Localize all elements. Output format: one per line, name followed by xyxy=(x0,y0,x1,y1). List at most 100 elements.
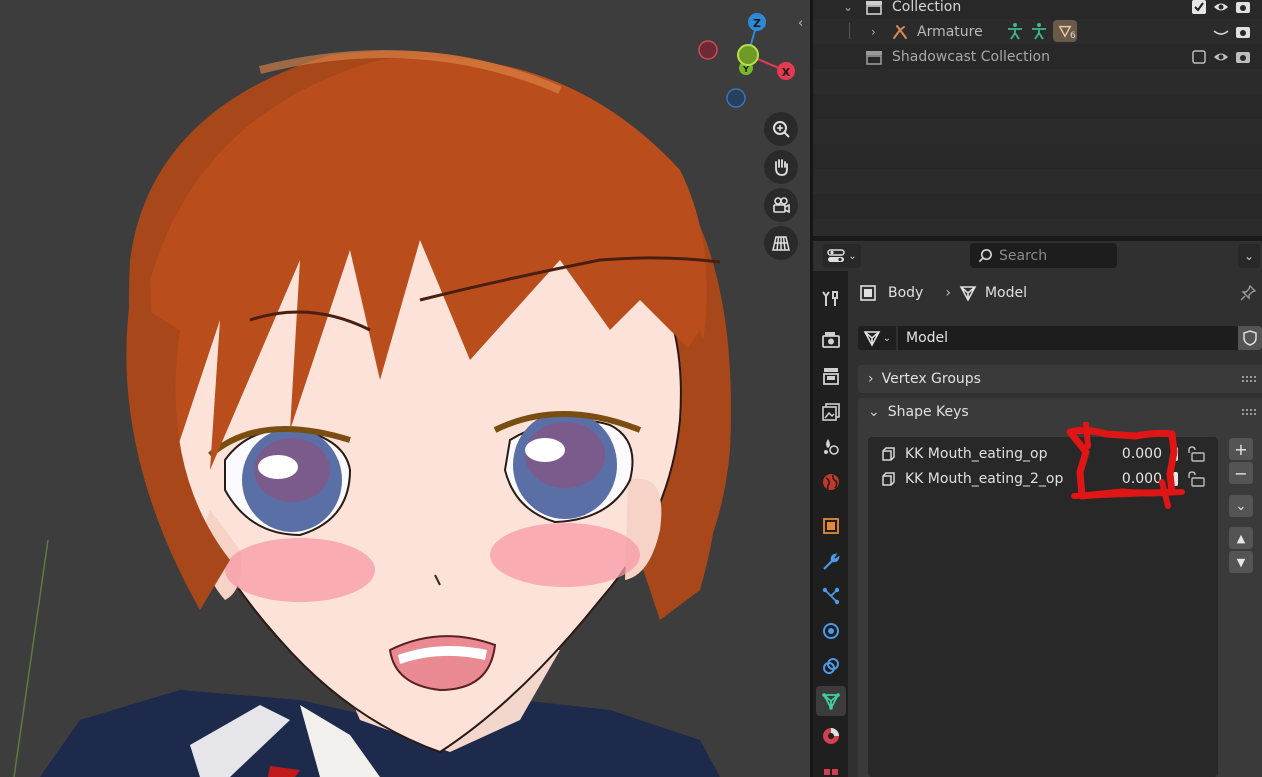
add-shape-key-button[interactable]: + xyxy=(1229,438,1253,460)
tab-constraints[interactable] xyxy=(816,651,846,681)
chevron-down-icon: ⌄ xyxy=(848,250,857,262)
unlock-icon[interactable] xyxy=(1186,471,1208,487)
shape-key-icon xyxy=(882,472,895,486)
camera-icon[interactable] xyxy=(1235,24,1251,40)
tab-modifiers[interactable] xyxy=(816,547,846,577)
move-up-button[interactable]: ▲ xyxy=(1229,527,1253,549)
chevron-down-icon: ⌄ xyxy=(1243,249,1255,263)
pin-icon[interactable] xyxy=(1240,285,1256,301)
list-item[interactable]: KK Mouth_eating_op 0.000 xyxy=(876,442,1216,466)
pose-icon[interactable] xyxy=(1030,22,1048,40)
checkbox-icon[interactable] xyxy=(1191,49,1207,65)
texture-icon xyxy=(824,769,838,775)
navigation-gizmo[interactable]: Z X Y xyxy=(690,10,802,115)
chevron-right-icon: › xyxy=(868,371,874,387)
mute-checkbox[interactable] xyxy=(1172,472,1178,486)
hand-pan-icon[interactable] xyxy=(764,150,798,184)
tab-scene[interactable] xyxy=(816,431,846,461)
panel-vertex-groups[interactable]: › Vertex Groups xyxy=(858,365,1262,393)
outliner-label: Shadowcast Collection xyxy=(892,48,1050,65)
wrench-icon xyxy=(823,553,840,570)
mute-checkbox[interactable] xyxy=(1172,447,1178,461)
collection-icon xyxy=(866,50,882,65)
checkbox-icon[interactable] xyxy=(1191,0,1207,15)
3d-viewport[interactable]: Z X Y ‹ xyxy=(0,0,810,777)
outliner-row-collection[interactable]: ⌄ Collection xyxy=(813,0,1262,19)
chevron-right-icon[interactable]: › xyxy=(871,25,876,39)
zoom-icon[interactable] xyxy=(764,112,798,146)
list-item[interactable]: KK Mouth_eating_2_op 0.000 xyxy=(876,467,1216,491)
camera-icon[interactable] xyxy=(1235,0,1251,15)
browse-mesh-button[interactable]: ⌄ xyxy=(858,326,896,350)
tab-particles[interactable] xyxy=(816,581,846,611)
object-icon xyxy=(823,518,839,534)
properties-tab-bar xyxy=(813,271,848,777)
shape-key-list[interactable]: KK Mouth_eating_op 0.000 KK Mouth_eating… xyxy=(868,437,1218,777)
chevron-down-icon[interactable]: ⌄ xyxy=(843,0,853,14)
mesh-name-field[interactable]: Model xyxy=(898,326,1238,350)
shape-key-value[interactable]: 0.000 xyxy=(1106,471,1162,487)
eye-closed-icon[interactable] xyxy=(1213,24,1229,40)
view-layer-icon xyxy=(822,403,840,421)
chevron-right-icon: › xyxy=(945,285,951,301)
tab-render[interactable] xyxy=(816,325,846,355)
material-icon xyxy=(823,728,839,744)
tab-tool[interactable] xyxy=(816,283,846,313)
move-down-button[interactable]: ▼ xyxy=(1229,551,1253,573)
remove-shape-key-button[interactable]: − xyxy=(1229,462,1253,484)
camera-icon[interactable] xyxy=(1235,49,1251,65)
particles-icon xyxy=(822,587,840,605)
outliner-label: Collection xyxy=(892,0,962,15)
chevron-down-icon: ⌄ xyxy=(868,404,880,420)
shape-key-value[interactable]: 0.000 xyxy=(1106,446,1162,462)
camera-view-icon[interactable] xyxy=(764,188,798,222)
search-field[interactable] xyxy=(970,243,1117,268)
options-dropdown[interactable]: ⌄ xyxy=(1238,244,1260,268)
fake-user-shield-icon[interactable] xyxy=(1238,326,1262,350)
outliner[interactable]: ⌄ Collection › Armature 6 Shadowcast Col… xyxy=(813,0,1262,236)
tab-world[interactable] xyxy=(816,467,846,497)
search-input[interactable] xyxy=(999,247,1109,264)
mesh-data-icon xyxy=(863,331,881,347)
tab-texture[interactable] xyxy=(816,761,846,777)
outliner-row-armature[interactable]: › Armature 6 xyxy=(813,19,1262,44)
outliner-row-shadowcast-collection[interactable]: Shadowcast Collection xyxy=(813,44,1262,69)
render-icon xyxy=(822,332,840,348)
chevron-left-icon[interactable]: ‹ xyxy=(798,16,803,31)
shape-key-specials-button[interactable]: ⌄ xyxy=(1229,495,1253,517)
editor-type-dropdown[interactable]: ⌄ xyxy=(823,244,861,268)
eye-icon[interactable] xyxy=(1213,0,1229,15)
collection-icon xyxy=(866,0,882,15)
search-icon xyxy=(978,249,992,263)
mesh-data-icon xyxy=(959,286,977,302)
shape-key-name[interactable]: KK Mouth_eating_op xyxy=(905,446,1047,462)
child-count: 6 xyxy=(1070,31,1076,41)
panel-title: Vertex Groups xyxy=(881,371,981,387)
tab-view-layer[interactable] xyxy=(816,397,846,427)
panel-shape-keys[interactable]: ⌄ Shape Keys xyxy=(858,398,1262,426)
tab-physics[interactable] xyxy=(816,616,846,646)
breadcrumb: Body › Model xyxy=(860,279,1027,307)
panel-title: Shape Keys xyxy=(887,404,969,420)
eye-icon[interactable] xyxy=(1213,49,1229,65)
armature-icon xyxy=(893,24,907,39)
shape-key-name[interactable]: KK Mouth_eating_2_op xyxy=(905,471,1063,487)
output-icon xyxy=(823,368,839,385)
breadcrumb-data[interactable]: Model xyxy=(985,285,1027,301)
gizmo-y-label: Y xyxy=(742,65,749,74)
shape-key-icon xyxy=(882,447,895,461)
properties-header: ⌄ ⌄ xyxy=(813,241,1262,271)
breadcrumb-object[interactable]: Body xyxy=(888,285,923,301)
ortho-grid-icon[interactable] xyxy=(764,226,798,260)
drag-grip-icon[interactable] xyxy=(1242,409,1256,415)
unlock-icon[interactable] xyxy=(1186,446,1208,462)
tab-mesh-data[interactable] xyxy=(816,686,846,716)
pose-icon[interactable] xyxy=(1006,22,1024,40)
tab-material[interactable] xyxy=(816,721,846,751)
drag-grip-icon[interactable] xyxy=(1242,376,1256,382)
gizmo-z-label: Z xyxy=(753,17,761,30)
physics-icon xyxy=(823,623,839,639)
tab-object[interactable] xyxy=(816,511,846,541)
outliner-label: Armature xyxy=(917,23,983,40)
tab-output[interactable] xyxy=(816,361,846,391)
